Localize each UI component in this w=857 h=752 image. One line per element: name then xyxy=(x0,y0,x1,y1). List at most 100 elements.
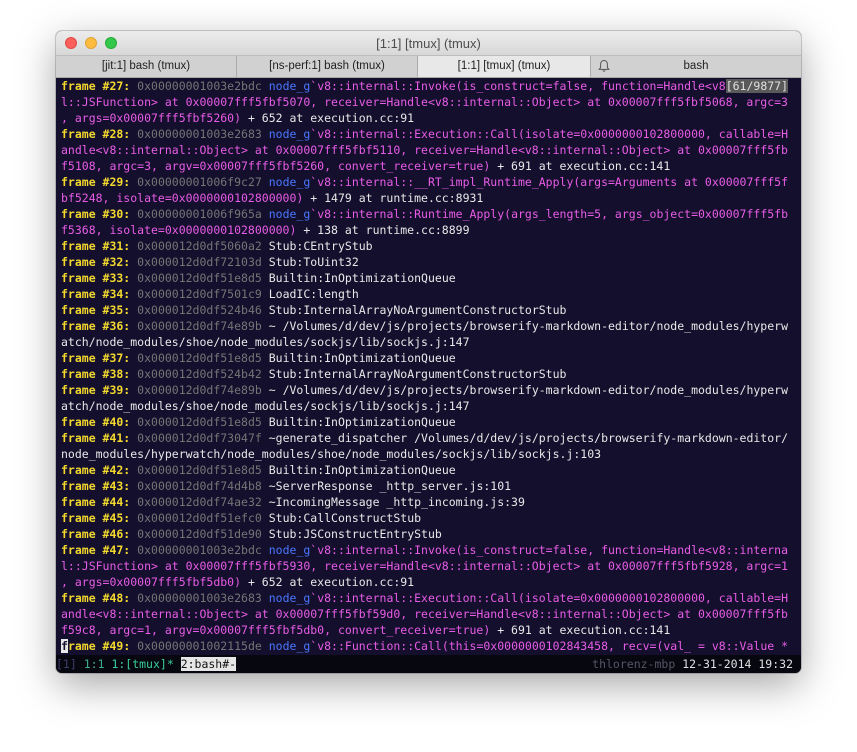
terminal-line: frame #36: 0x000012d0df74e89b ~ /Volumes… xyxy=(61,318,801,334)
line-segment: atch/node_modules/shoe/node_modules/sock… xyxy=(61,335,470,349)
line-segment: 0x000012d0df7501c9 xyxy=(130,287,269,301)
terminal-line: frame #42: 0x000012d0df51e8d5 Builtin:In… xyxy=(61,462,801,478)
line-segment: 0x00000001006f9c27 xyxy=(130,175,269,189)
line-segment: node_g xyxy=(268,175,311,189)
tab-label: [jit:1] bash (tmux) xyxy=(101,60,191,72)
status-date: 12-31-2014 xyxy=(682,657,752,671)
scroll-position-indicator: [61/9877] xyxy=(725,79,789,93)
tab-bash[interactable]: bash xyxy=(591,56,801,77)
terminal-line: frame #37: 0x000012d0df51e8d5 Builtin:In… xyxy=(61,350,801,366)
line-segment: node_g xyxy=(268,79,311,93)
line-segment: frame #30: xyxy=(61,207,131,221)
terminal-line: frame #43: 0x000012d0df74d4b8 ~ServerRes… xyxy=(61,478,801,494)
line-segment: 0x00000001003e2683 xyxy=(130,591,269,605)
terminal-line: , args=0x00007fff5fbf5260) + 652 at exec… xyxy=(61,110,801,126)
terminal-line: frame #38: 0x000012d0df524b42 Stub:Inter… xyxy=(61,366,801,382)
line-segment: frame #41: xyxy=(61,431,131,445)
line-segment: node_g xyxy=(268,127,311,141)
line-segment: 0x000012d0df524b46 xyxy=(130,303,269,317)
line-segment: 0x00000001006f965a xyxy=(130,207,269,221)
tab-label: [1:1] [tmux] (tmux) xyxy=(457,60,551,72)
line-segment: + 1479 at runtime.cc:8931 xyxy=(303,191,484,205)
tab-tmux[interactable]: [1:1] [tmux] (tmux) xyxy=(418,56,591,77)
terminal-line: frame #31: 0x000012d0df5060a2 Stub:CEntr… xyxy=(61,238,801,254)
tmux-status-bar: [1] 1:1 1:[tmux]* 2:bash#- thlorenz-mbp 1… xyxy=(56,655,801,673)
line-segment: `v8::internal::Invoke(is_construct=false… xyxy=(310,79,726,93)
line-segment: node_g xyxy=(268,543,311,557)
terminal-line: frame #40: 0x000012d0df51e8d5 Builtin:In… xyxy=(61,414,801,430)
line-segment: `v8::internal::Runtime_Apply(args_length… xyxy=(310,207,789,221)
tab-ns-perf[interactable]: [ns-perf:1] bash (tmux) xyxy=(237,56,418,77)
status-time: 19:32 xyxy=(758,657,793,671)
terminal-line: frame #35: 0x000012d0df524b46 Stub:Inter… xyxy=(61,302,801,318)
line-segment: 0x000012d0df5060a2 xyxy=(130,239,269,253)
line-segment: frame #48: xyxy=(61,591,131,605)
line-segment: frame #43: xyxy=(61,479,131,493)
line-segment: 0x000012d0df74e89b xyxy=(130,319,269,333)
terminal-line: l::JSFunction> at 0x00007fff5fbf5070, re… xyxy=(61,94,801,110)
line-segment: `v8::internal::Execution::Call(isolate=0… xyxy=(310,591,789,605)
line-segment: , args=0x00007fff5fbf5260) xyxy=(61,111,242,125)
terminal-line: frame #34: 0x000012d0df7501c9 LoadIC:len… xyxy=(61,286,801,302)
terminal-line: frame #46: 0x000012d0df51de90 Stub:JSCon… xyxy=(61,526,801,542)
line-segment: Builtin:InOptimizationQueue xyxy=(268,271,456,285)
terminal-line: frame #27: 0x00000001003e2bdc node_g`v8:… xyxy=(61,78,801,94)
line-segment: 0x000012d0df51e8d5 xyxy=(130,351,269,365)
line-segment: , args=0x00007fff5fbf5db0) xyxy=(61,575,242,589)
line-segment: + 138 at runtime.cc:8899 xyxy=(296,223,470,237)
line-segment: frame #34: xyxy=(61,287,131,301)
terminal-line: , args=0x00007fff5fbf5db0) + 652 at exec… xyxy=(61,574,801,590)
line-segment: 0x000012d0df51e8d5 xyxy=(130,463,269,477)
terminal-line: frame #28: 0x00000001003e2683 node_g`v8:… xyxy=(61,126,801,142)
line-segment: `v8::internal::__RT_impl_Runtime_Apply(a… xyxy=(310,175,789,189)
line-segment: Stub:ToUint32 xyxy=(268,255,359,269)
line-segment: Builtin:InOptimizationQueue xyxy=(268,415,456,429)
line-segment: Stub:CallConstructStub xyxy=(268,511,422,525)
line-segment: frame #36: xyxy=(61,319,131,333)
line-segment: 0x000012d0df51efc0 xyxy=(130,511,269,525)
line-segment: Stub:InternalArrayNoArgumentConstructorS… xyxy=(268,303,567,317)
line-segment: node_modules/hyperwatch/node_modules/sho… xyxy=(61,447,602,461)
line-segment: node_g xyxy=(268,639,311,653)
tab-jit[interactable]: [jit:1] bash (tmux) xyxy=(56,56,237,77)
line-segment: ~ /Volumes/d/dev/js/projects/browserify-… xyxy=(268,319,789,333)
terminal-line: l::JSFunction> at 0x00007fff5fbf5930, re… xyxy=(61,558,801,574)
terminal-line: frame #44: 0x000012d0df74ae32 ~IncomingM… xyxy=(61,494,801,510)
line-segment: l::JSFunction> at 0x00007fff5fbf5930, re… xyxy=(61,559,788,573)
line-segment: + 652 at execution.cc:91 xyxy=(241,575,415,589)
terminal-line: frame #29: 0x00000001006f9c27 node_g`v8:… xyxy=(61,174,801,190)
terminal-output[interactable]: frame #27: 0x00000001003e2bdc node_g`v8:… xyxy=(56,78,801,658)
terminal-line: atch/node_modules/shoe/node_modules/sock… xyxy=(61,398,801,414)
line-segment: `v8::Function::Call(this=0x0000000102843… xyxy=(310,639,789,653)
hostname: thlorenz-mbp xyxy=(592,657,676,671)
title-bar[interactable]: [1:1] [tmux] (tmux) xyxy=(56,31,801,56)
line-segment: ~IncomingMessage _http_incoming.js:39 xyxy=(268,495,525,509)
window-item-2[interactable]: 2:bash#- xyxy=(180,657,237,671)
line-segment: frame #35: xyxy=(61,303,131,317)
terminal-line: f59c8, argc=1, argv=0x00007fff5fbf5db0, … xyxy=(61,622,801,638)
terminal-window: [1:1] [tmux] (tmux) [jit:1] bash (tmux) … xyxy=(56,31,801,673)
session-indicator: [1] xyxy=(56,657,77,671)
terminal-line: frame #47: 0x00000001003e2bdc node_g`v8:… xyxy=(61,542,801,558)
terminal-line: bf5248, isolate=0x0000000102800000) + 14… xyxy=(61,190,801,206)
line-segment: frame #47: xyxy=(61,543,131,557)
line-segment: `v8::internal::Invoke(is_construct=false… xyxy=(310,543,789,557)
line-segment: 0x000012d0df51e8d5 xyxy=(130,271,269,285)
line-segment: bf5248, isolate=0x0000000102800000) xyxy=(61,191,304,205)
line-segment: 0x00000001003e2bdc xyxy=(130,543,269,557)
terminal-line: frame #32: 0x000012d0df72103d Stub:ToUin… xyxy=(61,254,801,270)
terminal-line: atch/node_modules/shoe/node_modules/sock… xyxy=(61,334,801,350)
terminal-line: frame #48: 0x00000001003e2683 node_g`v8:… xyxy=(61,590,801,606)
terminal-line: frame #41: 0x000012d0df73047f ~generate_… xyxy=(61,430,801,446)
bell-icon xyxy=(598,59,610,72)
line-segment: andle<v8::internal::Object> at 0x00007ff… xyxy=(61,143,788,157)
line-segment: 0x000012d0df73047f xyxy=(130,431,269,445)
line-segment: f5108, argc=3, argv=0x00007fff5fbf5260, … xyxy=(61,159,491,173)
window-item-1[interactable]: 1:[tmux]* xyxy=(111,657,173,671)
cursor: f xyxy=(61,639,68,653)
line-segment: + 691 at execution.cc:141 xyxy=(490,623,671,637)
line-segment: 0x00000001002115de xyxy=(130,639,269,653)
line-segment: f5368, isolate=0x0000000102800000) xyxy=(61,223,297,237)
line-segment: + 691 at execution.cc:141 xyxy=(490,159,671,173)
line-segment: 0x000012d0df74ae32 xyxy=(130,495,269,509)
